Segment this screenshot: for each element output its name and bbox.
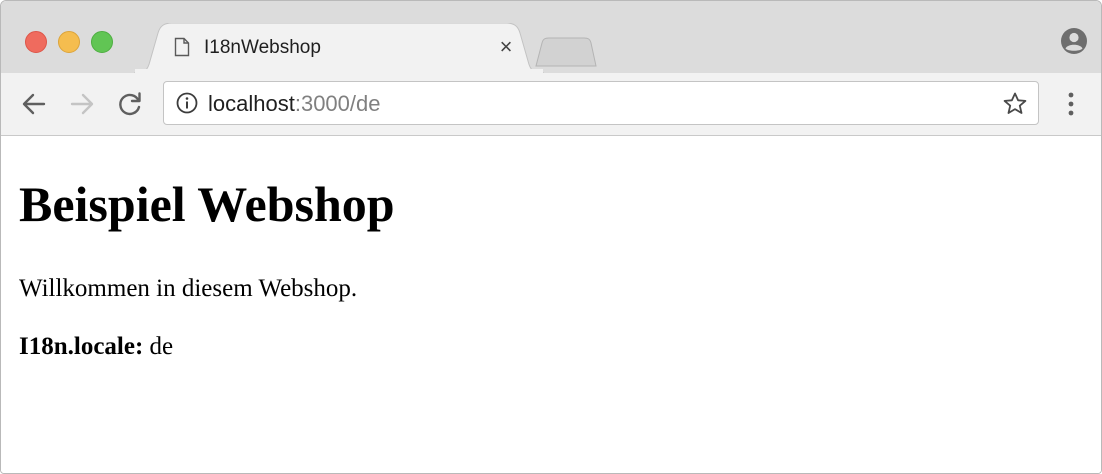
profile-icon[interactable]	[1060, 27, 1088, 55]
tab-close-icon[interactable]: ×	[494, 35, 518, 59]
page-heading: Beispiel Webshop	[19, 176, 395, 232]
tab-strip: I18nWebshop ×	[1, 1, 1101, 73]
window-close-button[interactable]	[25, 31, 47, 53]
reload-icon[interactable]	[115, 89, 145, 119]
url-host: localhost	[208, 91, 295, 116]
address-bar[interactable]: localhost:3000/de	[163, 81, 1039, 125]
star-icon[interactable]	[1002, 91, 1028, 117]
browser-window: I18nWebshop × localhost:3000/de Beispiel…	[0, 0, 1102, 474]
page-content: Beispiel Webshop Willkommen in diesem We…	[1, 136, 1101, 473]
kebab-menu-icon[interactable]	[1059, 91, 1083, 117]
page-icon	[174, 37, 190, 57]
info-icon[interactable]	[176, 92, 198, 114]
address-url[interactable]: localhost:3000/de	[208, 91, 380, 117]
back-arrow-icon[interactable]	[19, 89, 49, 119]
locale-label: I18n.locale:	[19, 333, 144, 360]
tab-i18nwebshop[interactable]: I18nWebshop ×	[134, 23, 544, 73]
url-path: :3000/de	[294, 91, 381, 116]
browser-toolbar: localhost:3000/de	[1, 73, 1101, 136]
window-maximize-button[interactable]	[91, 31, 113, 53]
tab-title: I18nWebshop	[204, 37, 321, 58]
window-minimize-button[interactable]	[58, 31, 80, 53]
welcome-text: Willkommen in diesem Webshop.	[19, 275, 358, 302]
new-tab-icon[interactable]	[534, 37, 598, 67]
forward-arrow-icon[interactable]	[67, 89, 97, 119]
tab-shape	[134, 23, 544, 73]
locale-value: de	[149, 333, 174, 360]
locale-line: I18n.locale: de	[19, 332, 173, 362]
